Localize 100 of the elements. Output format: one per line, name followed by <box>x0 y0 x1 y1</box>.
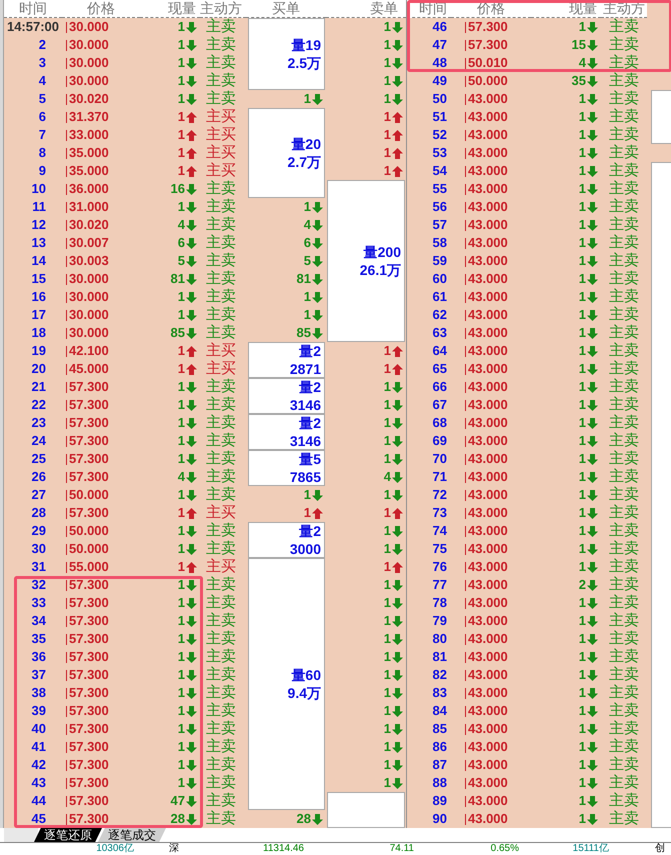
trade-side-text: 主卖 <box>608 306 640 324</box>
quantity-text: 1 <box>178 774 185 792</box>
sequence-number: 73 <box>432 504 448 522</box>
sequence-number: 11 <box>31 198 47 216</box>
price-text: 43.000 <box>468 558 508 576</box>
quantity-text: 1 <box>578 342 586 360</box>
quantity-text: 1 <box>384 144 391 162</box>
tick-mark-icon <box>465 670 466 680</box>
price-text: 57.300 <box>69 432 109 450</box>
tick-mark-icon <box>465 652 466 662</box>
tick-mark-icon <box>66 472 67 482</box>
trade-side-text: 主买 <box>205 342 237 360</box>
quantity-text: 6 <box>304 234 311 252</box>
order-volume-text: 9.4万 <box>288 684 321 702</box>
quantity-text: 1 <box>178 108 185 126</box>
tick-mark-icon <box>465 562 466 572</box>
price-text: 30.000 <box>69 306 109 324</box>
sequence-number: 18 <box>30 324 47 342</box>
trade-side-text: 主卖 <box>608 648 640 666</box>
price-text: 43.000 <box>468 756 508 774</box>
quantity-text: 15 <box>572 36 586 54</box>
quantity-text: 1 <box>578 522 586 540</box>
price-text: 43.000 <box>468 234 508 252</box>
tick-mark-icon <box>66 580 67 590</box>
sequence-number: 39 <box>30 702 47 720</box>
quantity-text: 1 <box>384 702 391 720</box>
tick-mark-icon <box>465 508 466 518</box>
sequence-number: 76 <box>432 558 448 576</box>
tick-mark-icon <box>465 706 466 716</box>
tick-mark-icon <box>465 94 466 104</box>
tick-mark-icon <box>465 814 466 824</box>
price-text: 57.300 <box>69 774 109 792</box>
tab[interactable]: 逐笔成交 <box>98 828 166 842</box>
sequence-number: 57 <box>432 216 448 234</box>
sequence-number: 8 <box>38 144 47 162</box>
status-text: 74.11 <box>388 843 415 855</box>
quantity-text: 1 <box>578 486 586 504</box>
trade-side-text: 主卖 <box>205 18 237 36</box>
trade-side-text: 主卖 <box>205 576 237 594</box>
sequence-number: 41 <box>30 738 47 756</box>
quantity-text: 1 <box>178 504 185 522</box>
order-volume-text: 量20 <box>291 135 321 153</box>
sequence-number: 48 <box>432 54 448 72</box>
sequence-number: 59 <box>432 252 448 270</box>
price-text: 57.300 <box>69 450 109 468</box>
price-text: 43.000 <box>468 450 508 468</box>
tab[interactable]: 逐笔还原 <box>34 828 102 842</box>
tick-mark-icon <box>66 22 67 32</box>
quantity-text: 1 <box>578 540 586 558</box>
trade-side-text: 主卖 <box>608 144 640 162</box>
trade-side-text: 主卖 <box>608 18 640 36</box>
tick-mark-icon <box>465 418 466 428</box>
sequence-number: 43 <box>30 774 47 792</box>
sequence-number: 6 <box>38 108 47 126</box>
sequence-number: 72 <box>432 486 448 504</box>
sequence-number: 58 <box>432 234 448 252</box>
trade-side-text: 主卖 <box>205 792 237 810</box>
quantity-text: 1 <box>178 54 185 72</box>
trade-side-text: 主卖 <box>205 36 237 54</box>
price-text: 45.000 <box>69 360 109 378</box>
quantity-text: 4 <box>304 216 311 234</box>
price-text: 43.000 <box>468 126 508 144</box>
quantity-text: 1 <box>304 198 311 216</box>
price-text: 43.000 <box>468 720 508 738</box>
trade-side-text: 主卖 <box>608 630 640 648</box>
quantity-text: 1 <box>384 774 391 792</box>
sequence-number: 89 <box>432 792 448 810</box>
trade-side-text: 主卖 <box>205 396 237 414</box>
quantity-text: 1 <box>384 630 391 648</box>
tick-mark-icon <box>66 526 67 536</box>
quantity-text: 1 <box>384 576 391 594</box>
price-text: 30.000 <box>69 54 109 72</box>
price-text: 30.000 <box>69 18 109 36</box>
quantity-text: 1 <box>178 378 185 396</box>
sequence-number: 69 <box>432 432 448 450</box>
price-text: 57.300 <box>69 612 109 630</box>
trade-side-text: 主卖 <box>205 450 237 468</box>
quantity-text: 35 <box>572 72 586 90</box>
sequence-number: 86 <box>432 738 448 756</box>
trade-side-text: 主卖 <box>608 504 640 522</box>
quantity-text: 1 <box>578 666 586 684</box>
column-header: 现量 <box>140 0 200 18</box>
trade-side-text: 主卖 <box>608 432 640 450</box>
order-volume-text: 3000 <box>290 540 321 558</box>
trade-side-text: 主卖 <box>205 180 237 198</box>
trade-side-text: 主卖 <box>205 486 237 504</box>
tick-mark-icon <box>465 238 466 248</box>
tick-mark-icon <box>66 490 67 500</box>
sequence-number: 29 <box>30 522 47 540</box>
quantity-text: 1 <box>178 594 185 612</box>
price-text: 43.000 <box>468 648 508 666</box>
trade-side-text: 主卖 <box>608 378 640 396</box>
trade-side-text: 主买 <box>205 108 237 126</box>
order-volume-text: 2871 <box>290 360 321 378</box>
tick-mark-icon <box>465 616 466 626</box>
tick-mark-icon <box>465 76 466 86</box>
sequence-number: 49 <box>432 72 448 90</box>
trade-side-text: 主卖 <box>205 702 237 720</box>
quantity-text: 1 <box>578 144 586 162</box>
price-text: 43.000 <box>468 810 508 828</box>
